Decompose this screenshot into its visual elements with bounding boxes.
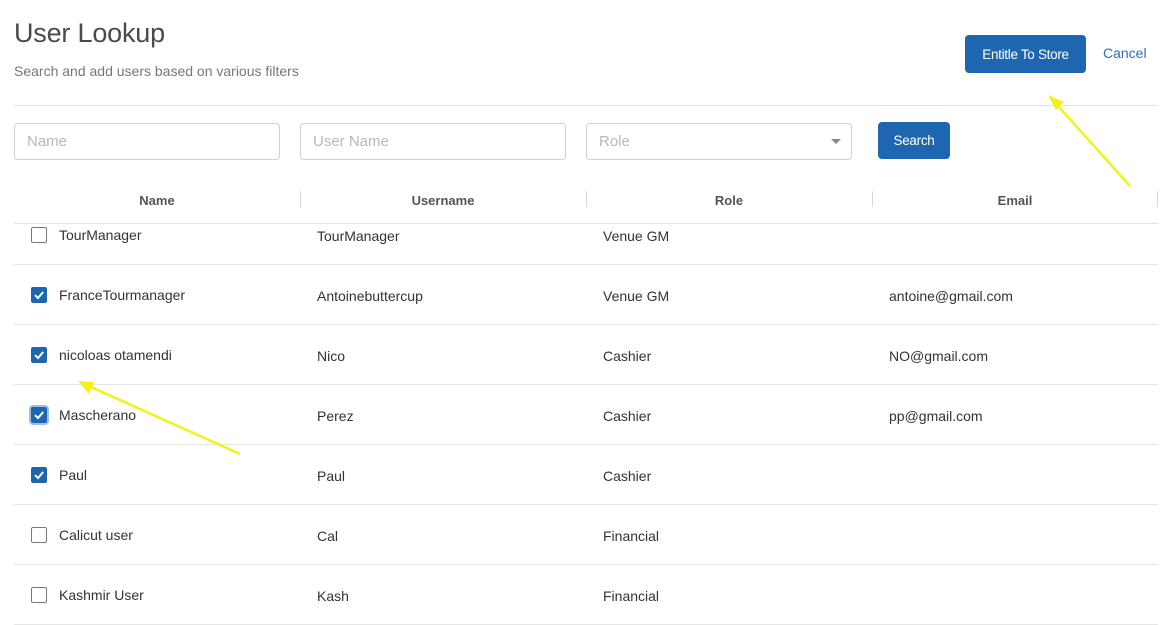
cell-username: Perez xyxy=(317,408,354,424)
cell-role: Venue GM xyxy=(603,288,670,304)
table-row[interactable]: Paul Paul Cashier xyxy=(14,445,1158,505)
row-checkbox[interactable] xyxy=(31,287,47,303)
cell-username: Paul xyxy=(317,468,346,484)
row-checkbox[interactable] xyxy=(31,347,47,363)
cell-name: Mascherano xyxy=(59,407,137,423)
page-title: User Lookup xyxy=(14,18,165,48)
cell-name: nicoloas otamendi xyxy=(59,347,172,363)
cell-role: Cashier xyxy=(603,348,652,364)
arrow-annotation-icon xyxy=(1048,95,1131,187)
cell-name: Calicut user xyxy=(59,527,133,543)
row-checkbox[interactable] xyxy=(31,587,47,603)
row-checkbox[interactable] xyxy=(31,467,47,483)
table-row[interactable]: Calicut user Cal Financial xyxy=(14,505,1158,565)
table-row[interactable]: FranceTourmanager Antoinebuttercup Venue… xyxy=(14,265,1158,325)
column-resize-handle[interactable] xyxy=(586,191,587,207)
cell-role: Cashier xyxy=(603,408,652,424)
column-header-role[interactable]: Role xyxy=(586,186,872,214)
cell-username: Nico xyxy=(317,348,346,364)
entitle-to-store-button[interactable]: Entitle To Store xyxy=(965,35,1086,73)
cell-email: pp@gmail.com xyxy=(889,408,983,424)
cell-username: Antoinebuttercup xyxy=(317,288,423,304)
column-resize-handle[interactable] xyxy=(1157,191,1158,207)
table-row[interactable]: Mascherano Perez Cashier pp@gmail.com xyxy=(14,385,1158,445)
checkmark-icon xyxy=(34,411,44,420)
row-checkbox[interactable] xyxy=(31,407,47,423)
column-header-username[interactable]: Username xyxy=(300,186,586,214)
column-header-name[interactable]: Name xyxy=(14,186,300,214)
table-header: Name Username Role Email xyxy=(14,186,1158,224)
checkmark-icon xyxy=(34,351,44,360)
cell-role: Financial xyxy=(603,528,660,544)
header-divider xyxy=(14,105,1158,106)
username-filter-input[interactable] xyxy=(300,123,566,160)
column-resize-handle[interactable] xyxy=(300,191,301,207)
role-filter-select[interactable]: Role xyxy=(586,123,852,160)
column-header-email[interactable]: Email xyxy=(872,186,1158,214)
cancel-link[interactable]: Cancel xyxy=(1103,45,1147,61)
cell-email: NO@gmail.com xyxy=(889,348,989,364)
user-lookup-page: User Lookup Search and add users based o… xyxy=(0,0,1170,625)
chevron-down-icon xyxy=(831,139,841,144)
cell-name: Kashmir User xyxy=(59,587,144,603)
cell-name: Paul xyxy=(59,467,88,483)
cell-role: Cashier xyxy=(603,468,652,484)
column-resize-handle[interactable] xyxy=(872,191,873,207)
cell-role: Financial xyxy=(603,588,660,604)
page-subtitle: Search and add users based on various fi… xyxy=(14,63,299,79)
table-body: TourManager TourManager Venue GM FranceT… xyxy=(14,225,1158,625)
cell-username: Cal xyxy=(317,528,339,544)
cell-username: Kash xyxy=(317,588,349,604)
table-row[interactable]: TourManager TourManager Venue GM xyxy=(14,225,1158,265)
cell-email: antoine@gmail.com xyxy=(889,288,1013,304)
cell-role: Venue GM xyxy=(603,228,670,244)
cell-name: TourManager xyxy=(59,227,142,243)
cell-name: FranceTourmanager xyxy=(59,287,186,303)
cell-username: TourManager xyxy=(317,228,400,244)
table-row[interactable]: nicoloas otamendi Nico Cashier NO@gmail.… xyxy=(14,325,1158,385)
checkmark-icon xyxy=(34,471,44,480)
row-checkbox[interactable] xyxy=(31,527,47,543)
name-filter-input[interactable] xyxy=(14,123,280,160)
row-checkbox[interactable] xyxy=(31,227,47,243)
role-select-placeholder: Role xyxy=(599,133,630,150)
table-row[interactable]: Kashmir User Kash Financial xyxy=(14,565,1158,625)
checkmark-icon xyxy=(34,291,44,300)
search-button[interactable]: Search xyxy=(878,122,950,159)
